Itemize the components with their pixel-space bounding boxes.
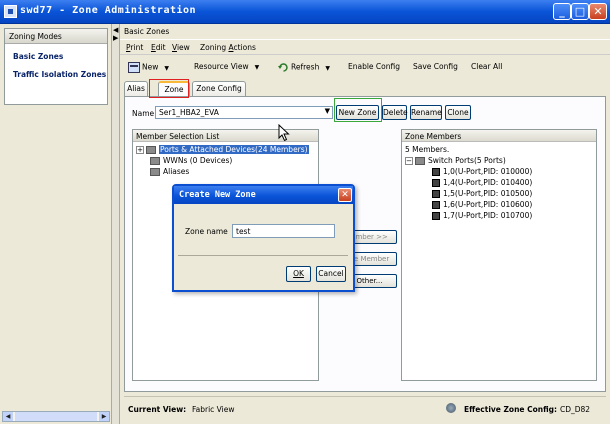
new-button[interactable]: New ▼ bbox=[128, 62, 169, 73]
mouse-cursor-icon bbox=[278, 124, 290, 142]
effective-config-value: CD_D82 bbox=[560, 405, 591, 414]
clone-button[interactable]: Clone bbox=[445, 105, 471, 120]
resource-view-dropdown-icon: ▼ bbox=[254, 64, 260, 71]
menu-view[interactable]: View bbox=[172, 43, 190, 52]
toolbar: New ▼ Resource View ▼ Refresh ▼ Enable Conf… bbox=[120, 57, 610, 77]
dialog-titlebar[interactable]: Create New Zone ✕ bbox=[174, 186, 353, 204]
chevron-down-icon: ▼ bbox=[324, 107, 330, 115]
tab-alias[interactable]: Alias bbox=[124, 81, 148, 97]
refresh-button[interactable]: Refresh ▼ bbox=[278, 62, 330, 73]
dialog-close-button[interactable]: ✕ bbox=[338, 188, 352, 202]
port-icon bbox=[432, 201, 440, 209]
tab-zone-config[interactable]: Zone Config bbox=[192, 81, 246, 97]
refresh-icon bbox=[278, 63, 288, 72]
new-dropdown-icon: ▼ bbox=[164, 64, 169, 72]
scroll-left-button[interactable]: ◀ bbox=[3, 412, 13, 421]
pane-splitter[interactable]: ◀ ▶ bbox=[112, 24, 120, 424]
zone-name-select[interactable]: Ser1_HBA2_EVA ▼ bbox=[155, 106, 333, 119]
zone-member-item[interactable]: 1,5(U-Port,PID: 010500) bbox=[432, 189, 532, 198]
current-view-value: Fabric View bbox=[192, 405, 235, 414]
zone-member-item[interactable]: 1,0(U-Port,PID: 010000) bbox=[432, 167, 532, 176]
zone-name-label: Name bbox=[132, 109, 155, 118]
dialog-body: Zone name test OK Cancel bbox=[174, 204, 353, 290]
collapse-icon[interactable]: − bbox=[405, 157, 413, 165]
minimize-button[interactable]: _ bbox=[553, 3, 571, 20]
menu-print[interactable]: Print bbox=[126, 43, 143, 52]
create-new-zone-dialog: Create New Zone ✕ Zone name test OK Canc… bbox=[172, 184, 355, 292]
zone-name-select-value: Ser1_HBA2_EVA bbox=[159, 108, 219, 117]
new-zone-highlight bbox=[334, 98, 382, 122]
tree-item-aliases[interactable]: Aliases bbox=[150, 167, 189, 176]
zone-members-list: Zone Members 5 Members. − Switch Ports(5 … bbox=[401, 129, 597, 381]
maximize-button[interactable]: □ bbox=[571, 3, 589, 20]
member-selection-header: Member Selection List bbox=[133, 130, 318, 142]
resource-view-button[interactable]: Resource View ▼ bbox=[194, 62, 259, 71]
port-icon bbox=[432, 179, 440, 187]
zone-member-item[interactable]: 1,4(U-Port,PID: 010400) bbox=[432, 178, 532, 187]
ok-button[interactable]: OK bbox=[286, 266, 311, 282]
clear-all-button[interactable]: Clear All bbox=[471, 62, 502, 71]
close-button[interactable]: ✕ bbox=[589, 3, 607, 20]
cancel-button[interactable]: Cancel bbox=[316, 266, 346, 282]
rename-button[interactable]: Rename bbox=[410, 105, 442, 120]
refresh-dropdown-icon: ▼ bbox=[325, 64, 330, 72]
scroll-thumb[interactable] bbox=[15, 412, 97, 421]
tree-item-wwns[interactable]: WWNs (0 Devices) bbox=[150, 156, 232, 165]
delete-button[interactable]: Delete bbox=[382, 105, 408, 120]
status-bar: Current View: Fabric View Effective Zone… bbox=[124, 396, 606, 418]
effective-config-icon bbox=[446, 403, 456, 413]
zone-members-header: Zone Members bbox=[402, 130, 596, 142]
enable-config-button[interactable]: Enable Config bbox=[348, 62, 400, 71]
zoning-modes-header: Zoning Modes bbox=[5, 29, 107, 44]
app-icon bbox=[4, 5, 17, 18]
window-titlebar: swd77 - Zone Administration _ □ ✕ bbox=[0, 0, 610, 24]
port-icon bbox=[432, 168, 440, 176]
zone-name-field-label: Zone name bbox=[185, 227, 228, 236]
panel-title: Basic Zones bbox=[124, 27, 170, 36]
nav-item-traffic-isolation-zones[interactable]: Traffic Isolation Zones bbox=[13, 70, 106, 79]
zone-members-count: 5 Members. bbox=[405, 145, 450, 154]
dialog-title: Create New Zone bbox=[179, 190, 256, 200]
expand-icon[interactable]: + bbox=[136, 146, 144, 154]
splitter-collapse-icon[interactable]: ◀ bbox=[113, 26, 118, 34]
port-icon bbox=[432, 212, 440, 220]
menubar: Print Edit View Zoning Actions bbox=[120, 39, 610, 55]
nav-item-basic-zones[interactable]: Basic Zones bbox=[13, 52, 63, 61]
folder-icon bbox=[150, 168, 160, 176]
zoning-modes-pane: Zoning Modes Basic Zones Traffic Isolati… bbox=[0, 24, 112, 424]
folder-icon bbox=[146, 146, 156, 154]
switch-icon bbox=[415, 157, 425, 165]
zone-member-item[interactable]: 1,6(U-Port,PID: 010600) bbox=[432, 200, 532, 209]
zoning-modes-box: Zoning Modes Basic Zones Traffic Isolati… bbox=[4, 28, 108, 105]
zone-name-input[interactable]: test bbox=[232, 224, 335, 238]
effective-config-label: Effective Zone Config: bbox=[464, 405, 558, 414]
menu-edit[interactable]: Edit bbox=[151, 43, 166, 52]
folder-icon bbox=[150, 157, 160, 165]
new-icon bbox=[128, 62, 140, 73]
tree-item-switch-ports[interactable]: − Switch Ports(5 Ports) bbox=[405, 156, 506, 165]
left-horizontal-scrollbar[interactable]: ◀ ▶ bbox=[2, 411, 110, 422]
splitter-expand-icon[interactable]: ▶ bbox=[113, 34, 118, 42]
zone-tab-highlight bbox=[149, 79, 189, 98]
current-view-label: Current View: bbox=[128, 405, 187, 414]
zone-member-item[interactable]: 1,7(U-Port,PID: 010700) bbox=[432, 211, 532, 220]
menu-zoning-actions[interactable]: Zoning Actions bbox=[200, 43, 256, 52]
dialog-separator bbox=[178, 255, 348, 256]
tree-item-ports-attached-devices[interactable]: + Ports & Attached Devices(24 Members) bbox=[136, 145, 309, 154]
port-icon bbox=[432, 190, 440, 198]
scroll-right-button[interactable]: ▶ bbox=[99, 412, 109, 421]
save-config-button[interactable]: Save Config bbox=[413, 62, 458, 71]
window-title: swd77 - Zone Administration bbox=[20, 5, 197, 16]
